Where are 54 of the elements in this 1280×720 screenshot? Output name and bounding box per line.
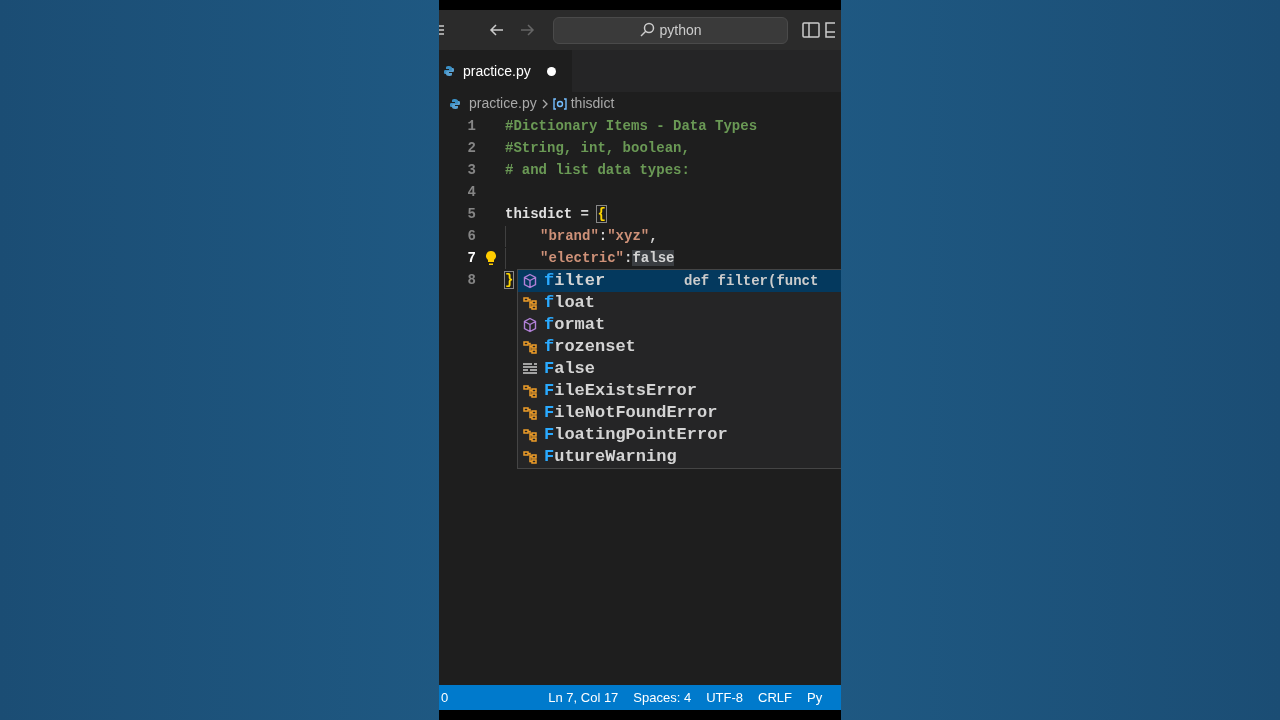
line-number: 8 <box>466 270 476 290</box>
sidebar-layout-icon[interactable] <box>802 22 820 38</box>
class-icon <box>522 449 538 465</box>
class-icon <box>522 427 538 443</box>
suggestion-detail: def filter(funct <box>684 271 819 291</box>
editor-tab[interactable]: practice.py <box>439 50 572 92</box>
class-icon <box>522 383 538 399</box>
code-line: # and list data types: <box>505 160 690 180</box>
search-icon <box>639 22 656 38</box>
keyword-icon <box>522 361 538 377</box>
python-file-icon <box>449 97 461 110</box>
suggestion-item[interactable]: FileExistsError <box>518 380 841 402</box>
suggestion-item[interactable]: False <box>518 358 841 380</box>
code-line: #Dictionary Items - Data Types <box>505 116 758 136</box>
status-item[interactable]: Py <box>806 687 823 708</box>
cube-icon <box>522 273 538 289</box>
line-number: 2 <box>466 138 476 158</box>
variable-icon <box>552 97 567 110</box>
status-item[interactable]: Ln 7, Col 17 <box>548 687 619 708</box>
search-field[interactable]: python <box>553 16 788 44</box>
status-item[interactable]: UTF-8 <box>706 687 743 708</box>
status-item[interactable]: Spaces: 4 <box>633 687 692 708</box>
menu-icon <box>439 24 444 36</box>
suggestion-item[interactable]: FloatingPointError <box>518 424 841 446</box>
breadcrumb-item[interactable]: thisdict <box>570 93 615 114</box>
code-line: "brand":"xyz", <box>505 225 658 247</box>
status-item[interactable]: 0 <box>441 687 449 708</box>
cube-icon <box>522 317 538 333</box>
code-line: } <box>505 270 514 290</box>
line-number: 6 <box>466 226 476 246</box>
class-icon <box>522 339 538 355</box>
line-number: 1 <box>466 116 476 136</box>
suggestion-item[interactable]: frozenset <box>518 336 841 358</box>
panel-layout-icon[interactable] <box>825 22 835 38</box>
breadcrumb-item[interactable]: practice.py <box>469 93 537 114</box>
code-line: thisdict = { <box>505 204 606 224</box>
python-file-icon <box>443 65 455 77</box>
class-icon <box>522 295 538 311</box>
code-line: "electric":false <box>505 247 675 269</box>
suggestion-item[interactable]: filter def filter(funct <box>518 270 841 292</box>
suggestion-item[interactable]: float <box>518 292 841 314</box>
status-item[interactable]: CRLF <box>758 687 792 708</box>
code-line: #String, int, boolean, <box>505 138 690 158</box>
suggestion-item[interactable]: FileNotFoundError <box>518 402 841 424</box>
line-number: 7 <box>466 248 476 268</box>
line-number: 4 <box>466 182 476 202</box>
class-icon <box>522 405 538 421</box>
chevron-right-icon <box>540 98 549 109</box>
line-number: 3 <box>466 160 476 180</box>
lightbulb-icon[interactable] <box>483 250 498 266</box>
back-arrow-icon[interactable] <box>489 22 505 38</box>
suggestion-item[interactable]: format <box>518 314 841 336</box>
suggestion-item[interactable]: FutureWarning <box>518 446 841 468</box>
line-number: 5 <box>466 204 476 224</box>
